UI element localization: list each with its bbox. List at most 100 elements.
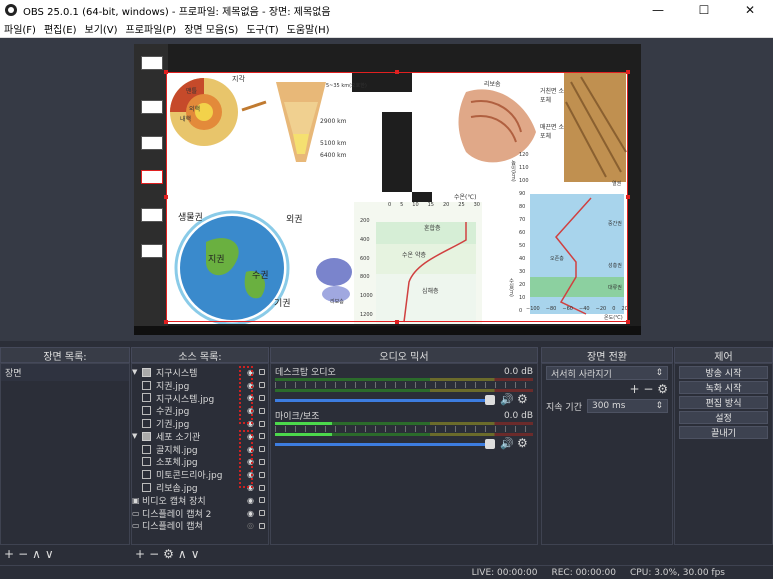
scene-item[interactable]: 장면: [1, 364, 129, 381]
lock-icon[interactable]: [259, 394, 265, 401]
gear-icon[interactable]: ⚙: [517, 392, 528, 406]
remove-source-button[interactable]: −: [149, 547, 159, 561]
lock-icon[interactable]: [259, 420, 265, 427]
remove-scene-button[interactable]: −: [18, 547, 28, 561]
source-item-display[interactable]: ▭ 디스플레이 캡쳐 ◎: [132, 520, 268, 533]
move-up-icon[interactable]: ∧: [178, 547, 187, 561]
volume-slider[interactable]: [275, 399, 487, 402]
preview-area[interactable]: 지각 5~35 km(오호한) 맨틀 외핵 내핵 2900 km 5100 km…: [0, 38, 773, 341]
settings-button[interactable]: 설정: [679, 411, 768, 424]
transitions-title: 장면 전환: [587, 351, 627, 363]
source-selection-box[interactable]: [166, 72, 628, 322]
gear-icon[interactable]: ⚙: [657, 382, 668, 396]
preview-canvas[interactable]: 지각 5~35 km(오호한) 맨틀 외핵 내핵 2900 km 5100 km…: [134, 44, 641, 335]
source-item-camera[interactable]: ▣ 비디오 캡쳐 장치 ◉: [132, 494, 268, 507]
image-icon: [142, 483, 151, 493]
mixer-panel: 데스크탑 오디오 0.0 dB 🔊 ⚙ 마이크/보조 0.0 dB 🔊 ⚙: [270, 363, 538, 545]
lock-icon[interactable]: [259, 484, 265, 491]
spin-arrows-icon[interactable]: ⇕: [655, 401, 663, 411]
exit-button[interactable]: 끝내기: [679, 426, 768, 439]
close-button[interactable]: ✕: [727, 0, 773, 20]
lock-icon[interactable]: [259, 497, 265, 504]
menu-file[interactable]: 파일(F): [0, 21, 40, 36]
live-status: LIVE: 00:00:00: [471, 567, 538, 578]
mixer-title: 오디오 믹서: [379, 351, 429, 363]
image-icon: [142, 406, 151, 416]
status-bar: LIVE: 00:00:00 REC: 00:00:00 CPU: 3.0%, …: [0, 565, 773, 579]
source-name: 골지체.jpg: [156, 445, 198, 456]
lock-icon[interactable]: [259, 369, 265, 376]
remove-transition-button[interactable]: −: [643, 382, 653, 396]
lock-icon[interactable]: [259, 471, 265, 478]
gear-icon[interactable]: ⚙: [163, 547, 174, 561]
resize-handle[interactable]: [164, 70, 168, 74]
scenes-panel: 장면: [0, 363, 130, 545]
move-down-icon[interactable]: ∨: [45, 547, 54, 561]
resize-handle[interactable]: [395, 70, 399, 74]
menu-profile[interactable]: 프로파일(P): [122, 21, 181, 36]
lock-icon[interactable]: [259, 433, 265, 440]
add-transition-button[interactable]: +: [629, 382, 639, 396]
expand-icon[interactable]: ▼: [132, 368, 142, 376]
resize-handle[interactable]: [164, 195, 168, 199]
monitor-icon: ▭: [132, 521, 140, 531]
resize-handle[interactable]: [164, 320, 168, 324]
move-down-icon[interactable]: ∨: [191, 547, 200, 561]
visibility-eye-hidden-icon[interactable]: ◎: [247, 521, 254, 530]
minimize-button[interactable]: —: [635, 0, 681, 20]
lock-icon[interactable]: [259, 458, 265, 465]
gear-icon[interactable]: ⚙: [517, 436, 528, 450]
source-item-display[interactable]: ▭ 디스플레이 캡쳐 2 ◉: [132, 507, 268, 520]
speaker-icon[interactable]: 🔊: [500, 437, 514, 450]
visibility-eye-icon[interactable]: ◉: [247, 496, 254, 505]
speaker-icon[interactable]: 🔊: [500, 393, 514, 406]
add-source-button[interactable]: +: [135, 547, 145, 561]
visibility-eye-icon[interactable]: ◉: [247, 509, 254, 518]
menu-tools[interactable]: 도구(T): [242, 21, 282, 36]
menu-view[interactable]: 보기(V): [81, 21, 122, 36]
resize-handle[interactable]: [626, 70, 630, 74]
source-name: 디스플레이 캡쳐: [142, 522, 203, 533]
controls-header: 제어: [674, 347, 773, 363]
camera-icon: ▣: [132, 495, 140, 505]
folder-icon: [142, 367, 151, 377]
scenes-title: 장면 목록:: [43, 351, 87, 363]
source-name: 미토콘드리아.jpg: [156, 471, 223, 482]
menu-edit[interactable]: 편집(E): [40, 21, 81, 36]
lock-icon[interactable]: [259, 407, 265, 414]
rec-status: REC: 00:00:00: [551, 567, 617, 578]
resize-handle[interactable]: [626, 195, 630, 199]
lock-icon[interactable]: [259, 382, 265, 389]
slide-thumbnail: [141, 56, 163, 70]
expand-icon[interactable]: ▼: [132, 432, 142, 440]
sources-toolbar: + − ⚙ ∧ ∨: [131, 545, 269, 563]
transitions-header: 장면 전환: [541, 347, 673, 363]
lock-icon[interactable]: [259, 510, 265, 517]
menu-scene-collection[interactable]: 장면 모음(S): [180, 21, 242, 36]
menu-help[interactable]: 도움말(H): [283, 21, 334, 36]
volume-slider[interactable]: [275, 443, 487, 446]
mixer-header: 오디오 믹서: [270, 347, 538, 363]
windows-taskbar: [134, 326, 641, 335]
image-icon: [142, 457, 151, 467]
resize-handle[interactable]: [626, 320, 630, 324]
transition-select[interactable]: 서서히 사라지기 ⇕: [546, 366, 668, 380]
source-name: 비디오 캡쳐 장치: [142, 496, 206, 507]
move-up-icon[interactable]: ∧: [32, 547, 41, 561]
studio-mode-button[interactable]: 편집 방식: [679, 396, 768, 409]
lock-icon[interactable]: [259, 446, 265, 453]
duration-row: 지속 기간 300 ms ⇕: [546, 399, 668, 413]
add-scene-button[interactable]: +: [4, 547, 14, 561]
highlight-box: [239, 366, 253, 424]
sources-panel: ▼ 지구시스템 ◉ 지권.jpg ◉ 지구시스템.jpg ◉ 수권.jpg ◉ 기권.jp…: [131, 363, 269, 545]
channel-name: 마이크/보조: [275, 412, 320, 422]
duration-spinbox[interactable]: 300 ms ⇕: [586, 399, 668, 413]
meter-ticks: [275, 426, 533, 432]
lock-icon[interactable]: [259, 522, 265, 529]
maximize-button[interactable]: ☐: [681, 0, 727, 20]
start-streaming-button[interactable]: 방송 시작: [679, 366, 768, 379]
resize-handle[interactable]: [395, 320, 399, 324]
start-recording-button[interactable]: 녹화 시작: [679, 381, 768, 394]
volume-slider-handle[interactable]: [485, 439, 495, 449]
volume-slider-handle[interactable]: [485, 395, 495, 405]
